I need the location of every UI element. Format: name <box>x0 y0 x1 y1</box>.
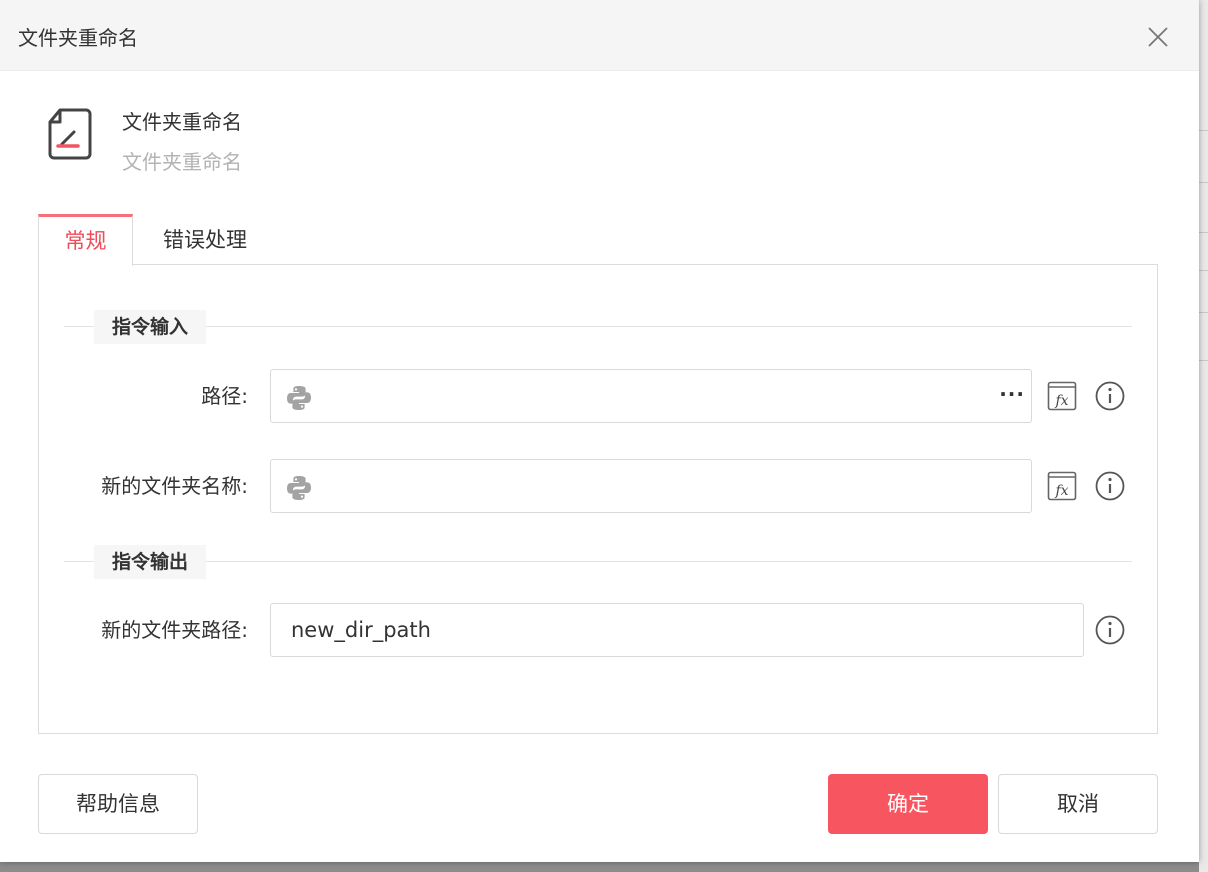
python-icon <box>287 476 311 500</box>
document-edit-icon <box>48 108 92 160</box>
fx-icon[interactable]: fx <box>1046 470 1078 502</box>
section-divider <box>64 326 1132 327</box>
section-title-input: 指令输入 <box>94 310 207 344</box>
new-path-input[interactable]: new_dir_path <box>270 603 1084 657</box>
tab-general[interactable]: 常规 <box>38 214 133 266</box>
new-name-input[interactable] <box>270 459 1032 513</box>
dialog-title: 文件夹重命名 <box>18 26 138 50</box>
python-icon <box>287 386 311 410</box>
fx-icon[interactable]: fx <box>1046 380 1078 412</box>
svg-text:fx: fx <box>1054 483 1068 499</box>
cancel-button[interactable]: 取消 <box>998 774 1158 834</box>
info-icon[interactable] <box>1094 614 1126 646</box>
command-title: 文件夹重命名 <box>122 110 242 134</box>
svg-text:fx: fx <box>1054 393 1068 409</box>
section-divider <box>64 561 1132 562</box>
close-icon[interactable] <box>1145 24 1171 50</box>
command-subtitle: 文件夹重命名 <box>122 150 242 174</box>
tab-error-handling[interactable]: 错误处理 <box>140 214 270 266</box>
path-input[interactable]: ··· <box>270 369 1032 423</box>
new-path-value: new_dir_path <box>291 618 431 642</box>
info-icon[interactable] <box>1094 470 1126 502</box>
help-button[interactable]: 帮助信息 <box>38 774 198 834</box>
new-name-label: 新的文件夹名称: <box>101 474 248 498</box>
dialog-titlebar: 文件夹重命名 <box>0 0 1199 71</box>
ok-button[interactable]: 确定 <box>828 774 988 834</box>
path-label: 路径: <box>201 384 248 408</box>
rename-folder-dialog: 文件夹重命名 文件夹重命名 文件夹重命名 常规 错误处理 指令输入 路径: ··… <box>0 0 1199 862</box>
new-path-label: 新的文件夹路径: <box>101 618 248 642</box>
background-window-edge <box>1199 0 1208 872</box>
section-title-output: 指令输出 <box>94 545 207 579</box>
browse-button[interactable]: ··· <box>999 382 1025 406</box>
info-icon[interactable] <box>1094 380 1126 412</box>
